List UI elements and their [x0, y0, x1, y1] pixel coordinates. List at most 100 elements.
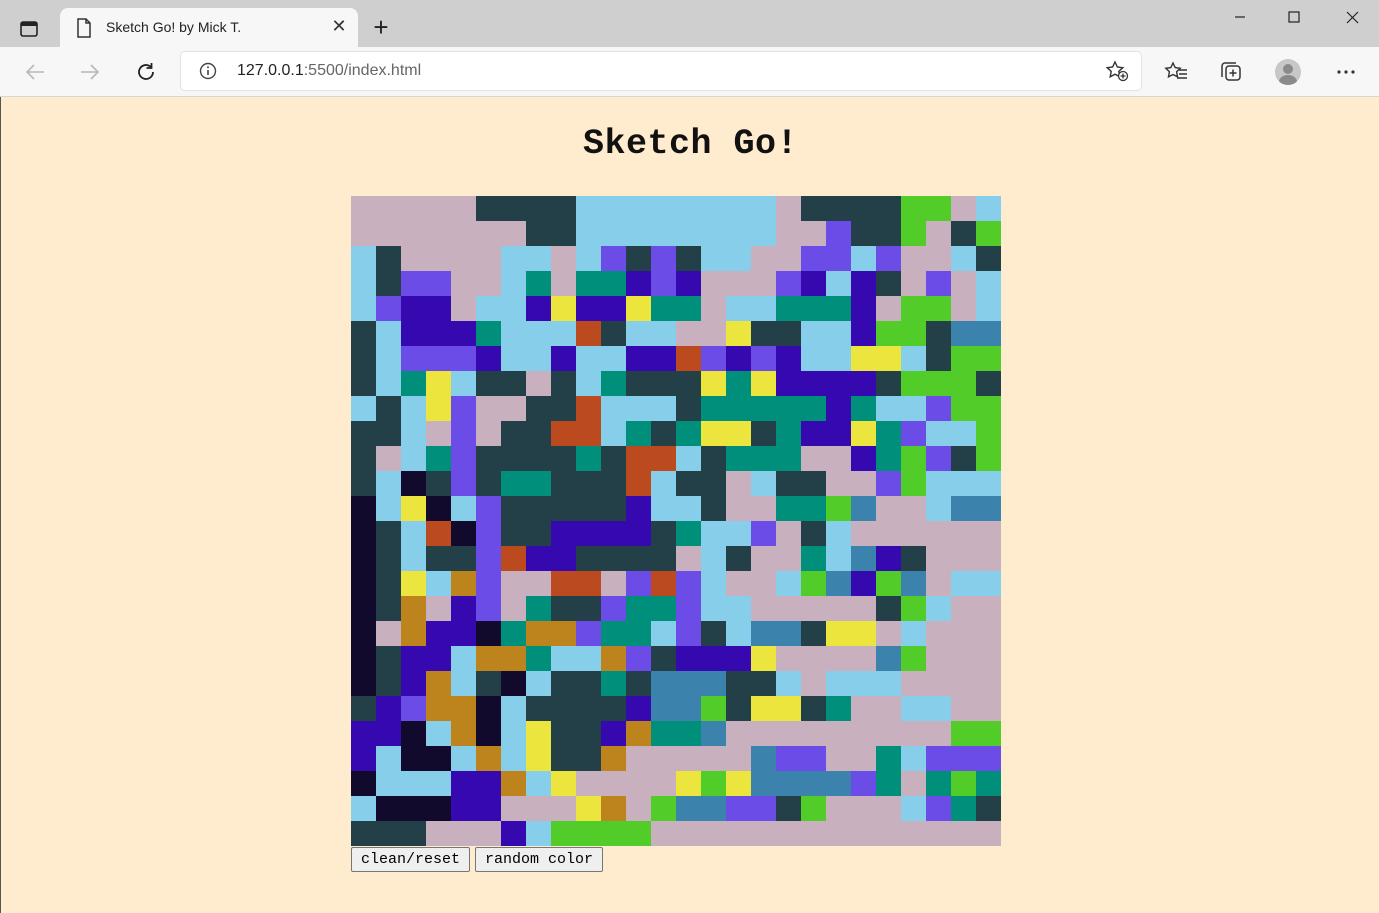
- grid-cell[interactable]: [951, 571, 976, 596]
- grid-cell[interactable]: [726, 296, 751, 321]
- grid-cell[interactable]: [876, 746, 901, 771]
- grid-cell[interactable]: [801, 271, 826, 296]
- grid-cell[interactable]: [351, 221, 376, 246]
- grid-cell[interactable]: [576, 596, 601, 621]
- grid-cell[interactable]: [526, 471, 551, 496]
- grid-cell[interactable]: [851, 671, 876, 696]
- grid-cell[interactable]: [676, 621, 701, 646]
- grid-cell[interactable]: [876, 621, 901, 646]
- grid-cell[interactable]: [576, 321, 601, 346]
- grid-cell[interactable]: [576, 246, 601, 271]
- grid-cell[interactable]: [751, 621, 776, 646]
- grid-cell[interactable]: [751, 246, 776, 271]
- grid-cell[interactable]: [401, 446, 426, 471]
- grid-cell[interactable]: [476, 496, 501, 521]
- grid-cell[interactable]: [826, 321, 851, 346]
- grid-cell[interactable]: [626, 196, 651, 221]
- grid-cell[interactable]: [601, 671, 626, 696]
- grid-cell[interactable]: [876, 571, 901, 596]
- grid-cell[interactable]: [476, 521, 501, 546]
- grid-cell[interactable]: [776, 246, 801, 271]
- grid-cell[interactable]: [851, 296, 876, 321]
- grid-cell[interactable]: [726, 571, 751, 596]
- grid-cell[interactable]: [776, 621, 801, 646]
- grid-cell[interactable]: [601, 446, 626, 471]
- grid-cell[interactable]: [876, 796, 901, 821]
- grid-cell[interactable]: [701, 421, 726, 446]
- grid-cell[interactable]: [426, 496, 451, 521]
- grid-cell[interactable]: [576, 771, 601, 796]
- grid-cell[interactable]: [626, 571, 651, 596]
- grid-cell[interactable]: [626, 646, 651, 671]
- grid-cell[interactable]: [751, 671, 776, 696]
- grid-cell[interactable]: [926, 746, 951, 771]
- grid-cell[interactable]: [876, 396, 901, 421]
- grid-cell[interactable]: [726, 271, 751, 296]
- grid-cell[interactable]: [826, 471, 851, 496]
- grid-cell[interactable]: [876, 471, 901, 496]
- grid-cell[interactable]: [551, 671, 576, 696]
- grid-cell[interactable]: [601, 196, 626, 221]
- grid-cell[interactable]: [551, 646, 576, 671]
- grid-cell[interactable]: [401, 821, 426, 846]
- grid-cell[interactable]: [426, 646, 451, 671]
- grid-cell[interactable]: [926, 646, 951, 671]
- grid-cell[interactable]: [776, 371, 801, 396]
- grid-cell[interactable]: [426, 796, 451, 821]
- grid-cell[interactable]: [426, 346, 451, 371]
- grid-cell[interactable]: [376, 646, 401, 671]
- grid-cell[interactable]: [626, 296, 651, 321]
- grid-cell[interactable]: [601, 221, 626, 246]
- grid-cell[interactable]: [801, 796, 826, 821]
- grid-cell[interactable]: [926, 596, 951, 621]
- grid-cell[interactable]: [701, 346, 726, 371]
- grid-cell[interactable]: [826, 521, 851, 546]
- grid-cell[interactable]: [676, 671, 701, 696]
- grid-cell[interactable]: [701, 671, 726, 696]
- grid-cell[interactable]: [826, 396, 851, 421]
- grid-cell[interactable]: [926, 796, 951, 821]
- grid-cell[interactable]: [701, 246, 726, 271]
- grid-cell[interactable]: [651, 196, 676, 221]
- grid-cell[interactable]: [826, 296, 851, 321]
- grid-cell[interactable]: [776, 196, 801, 221]
- grid-cell[interactable]: [501, 696, 526, 721]
- grid-cell[interactable]: [826, 221, 851, 246]
- grid-cell[interactable]: [451, 271, 476, 296]
- grid-cell[interactable]: [826, 371, 851, 396]
- grid-cell[interactable]: [501, 221, 526, 246]
- grid-cell[interactable]: [976, 496, 1001, 521]
- grid-cell[interactable]: [976, 196, 1001, 221]
- grid-cell[interactable]: [701, 471, 726, 496]
- grid-cell[interactable]: [876, 546, 901, 571]
- grid-cell[interactable]: [651, 571, 676, 596]
- grid-cell[interactable]: [951, 221, 976, 246]
- grid-cell[interactable]: [426, 671, 451, 696]
- grid-cell[interactable]: [351, 471, 376, 496]
- grid-cell[interactable]: [501, 496, 526, 521]
- grid-cell[interactable]: [426, 246, 451, 271]
- grid-cell[interactable]: [601, 571, 626, 596]
- grid-cell[interactable]: [451, 746, 476, 771]
- grid-cell[interactable]: [726, 421, 751, 446]
- grid-cell[interactable]: [876, 371, 901, 396]
- grid-cell[interactable]: [751, 821, 776, 846]
- grid-cell[interactable]: [776, 321, 801, 346]
- grid-cell[interactable]: [926, 471, 951, 496]
- grid-cell[interactable]: [901, 396, 926, 421]
- grid-cell[interactable]: [976, 246, 1001, 271]
- grid-cell[interactable]: [901, 571, 926, 596]
- grid-cell[interactable]: [976, 821, 1001, 846]
- grid-cell[interactable]: [626, 421, 651, 446]
- grid-cell[interactable]: [551, 696, 576, 721]
- grid-cell[interactable]: [851, 496, 876, 521]
- grid-cell[interactable]: [876, 196, 901, 221]
- grid-cell[interactable]: [426, 471, 451, 496]
- grid-cell[interactable]: [351, 571, 376, 596]
- tab-actions-button[interactable]: [14, 14, 44, 44]
- grid-cell[interactable]: [726, 696, 751, 721]
- grid-cell[interactable]: [926, 271, 951, 296]
- grid-cell[interactable]: [526, 671, 551, 696]
- grid-cell[interactable]: [976, 771, 1001, 796]
- grid-cell[interactable]: [676, 421, 701, 446]
